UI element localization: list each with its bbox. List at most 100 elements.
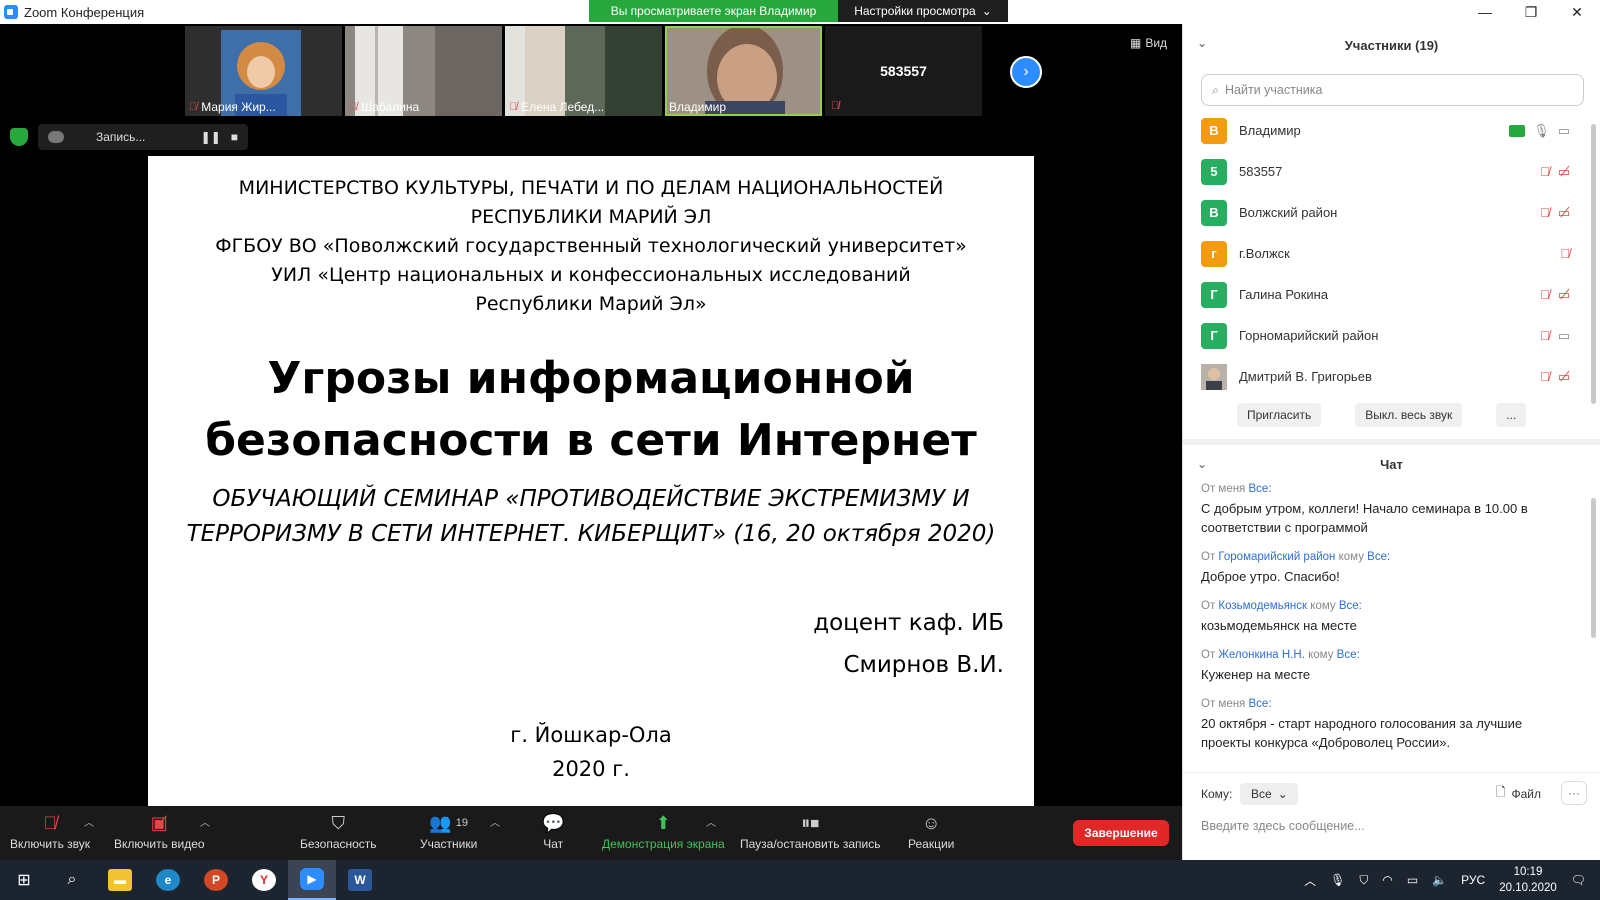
unmute-label: Включить звук xyxy=(10,837,91,851)
message-recipient[interactable]: Все: xyxy=(1367,551,1390,563)
end-meeting-button[interactable]: Завершение xyxy=(1073,820,1169,846)
slide-author: доцент каф. ИБ Смирнов В.И. xyxy=(813,602,1004,686)
search-placeholder: Найти участника xyxy=(1225,83,1323,97)
security-icon[interactable]: ⛉ xyxy=(1359,873,1368,888)
author-position: доцент каф. ИБ xyxy=(813,610,1004,636)
video-thumbnail[interactable]: 583557 🎙̸ xyxy=(825,26,982,116)
message-sender[interactable]: Желонкина Н.Н. xyxy=(1218,649,1304,661)
file-button[interactable]: 🗋 Файл xyxy=(1496,783,1541,804)
share-options-caret-icon[interactable]: ︿ xyxy=(706,814,716,829)
zoom-icon: ▶ xyxy=(300,868,324,890)
unmute-button[interactable]: 🎙̸ Включить звук xyxy=(10,812,91,852)
cloud-record-icon xyxy=(48,131,64,143)
pause-stop-recording-button[interactable]: ⏸⏹ Пауза/остановить запись xyxy=(740,812,881,852)
video-thumbnail[interactable]: 🎙̸ Елена Лебед... xyxy=(505,26,662,116)
muted-mic-icon: 🎙̸ xyxy=(1539,164,1550,179)
taskbar-explorer[interactable]: ▬ xyxy=(96,860,144,900)
message-to-word: кому xyxy=(1310,600,1336,612)
taskbar-zoom[interactable]: ▶ xyxy=(288,860,336,900)
participants-button[interactable]: 👥 19 Участники xyxy=(420,812,477,852)
mute-all-button[interactable]: Выкл. весь звук xyxy=(1355,403,1463,427)
minimize-button[interactable]: — xyxy=(1462,0,1508,24)
participant-row[interactable]: Г Галина Рокина 🎙̸ ▭̸ xyxy=(1183,274,1600,315)
video-thumbnail[interactable]: 🎙̸ Шабалина xyxy=(345,26,502,116)
close-button[interactable]: ✕ xyxy=(1554,0,1600,24)
chat-scrollbar[interactable] xyxy=(1591,498,1596,638)
more-options-button[interactable]: ... xyxy=(1496,403,1527,427)
stop-recording-button[interactable]: ■ xyxy=(231,130,238,144)
chat-button[interactable]: 💬 Чат xyxy=(542,812,564,852)
chevron-up-icon[interactable]: ︿ xyxy=(1304,872,1316,889)
chat-composer: Кому: Все ⌄ 🗋 Файл ··· Введите здесь соо… xyxy=(1183,772,1600,860)
message-recipient[interactable]: Все: xyxy=(1249,483,1272,495)
collapse-chevron-icon[interactable]: ⌄ xyxy=(1197,457,1207,471)
video-thumbnail[interactable]: 🎙̸ Мария Жир... xyxy=(185,26,342,116)
battery-icon[interactable]: ▭ xyxy=(1407,873,1418,887)
participant-row[interactable]: г г.Волжск 🎙̸ xyxy=(1183,233,1600,274)
language-indicator[interactable]: РУС xyxy=(1461,873,1485,887)
chat-more-button[interactable]: ··· xyxy=(1561,781,1587,805)
participant-row[interactable]: В Волжский район 🎙̸ ▭̸ xyxy=(1183,192,1600,233)
message-sender[interactable]: Козьмодемьянск xyxy=(1218,600,1307,612)
message-from: От меня xyxy=(1201,483,1246,495)
camera-icon: ▭ xyxy=(1557,122,1570,138)
reactions-button[interactable]: ☺ Реакции xyxy=(908,812,955,852)
video-thumbnail-active-speaker[interactable]: Владимир xyxy=(665,26,822,116)
chat-message-input[interactable]: Введите здесь сообщение... xyxy=(1183,805,1600,833)
taskbar-yandex[interactable]: Y xyxy=(240,860,288,900)
participant-name: 583557 xyxy=(1239,164,1283,179)
security-button[interactable]: ⛉ Безопасность xyxy=(300,812,377,852)
file-label: Файл xyxy=(1511,786,1541,801)
view-settings-dropdown[interactable]: Настройки просмотра ⌄ xyxy=(838,0,1008,22)
restore-button[interactable]: ❐ xyxy=(1508,0,1554,24)
message-from: От xyxy=(1201,600,1216,612)
avatar: 5 xyxy=(1201,158,1227,185)
chat-message: От Горомарийский район кому Все: Доброе … xyxy=(1201,551,1570,586)
clock[interactable]: 10:19 20.10.2020 xyxy=(1499,864,1557,896)
taskbar-powerpoint[interactable]: P xyxy=(192,860,240,900)
recording-control-label: Пауза/остановить запись xyxy=(740,837,881,851)
search-button[interactable]: ⌕ xyxy=(48,860,96,900)
start-button[interactable]: ⊞ xyxy=(0,860,48,900)
message-recipient[interactable]: Все: xyxy=(1339,600,1362,612)
message-recipient[interactable]: Все: xyxy=(1337,649,1360,661)
participant-row[interactable]: Дмитрий В. Григорьев 🎙̸ ▭̸ xyxy=(1183,356,1600,397)
view-button[interactable]: ▦ Вид xyxy=(1130,36,1167,50)
video-off-icon: ▣̸ xyxy=(150,812,168,833)
message-recipient[interactable]: Все: xyxy=(1249,698,1272,710)
chat-message: От меня Все: 20 октября - старт народног… xyxy=(1201,698,1570,752)
muted-mic-icon: 🎙̸ xyxy=(509,101,518,113)
recipient-select[interactable]: Все ⌄ xyxy=(1240,783,1299,805)
participant-row[interactable]: Г Горномарийский район 🎙̸ ▭ xyxy=(1183,315,1600,356)
participant-row[interactable]: В Владимир 🎙 ▭ xyxy=(1183,110,1600,151)
start-video-button[interactable]: ▣̸ Включить видео xyxy=(114,812,205,852)
participants-count: 19 xyxy=(455,817,468,829)
video-options-caret-icon[interactable]: ︿ xyxy=(200,814,210,829)
participant-search-input[interactable]: ⌕ Найти участника xyxy=(1201,74,1584,106)
taskbar-edge[interactable]: e xyxy=(144,860,192,900)
recording-status: Запись... ❚❚ ■ xyxy=(38,124,248,150)
headline-line: безопасности в сети Интернет xyxy=(205,415,977,466)
collapse-chevron-icon[interactable]: ⌄ xyxy=(1197,36,1207,50)
video-off-icon: ▭̸ xyxy=(1557,286,1570,302)
reactions-label: Реакции xyxy=(908,837,955,851)
pause-recording-button[interactable]: ❚❚ xyxy=(201,130,221,144)
wifi-icon[interactable]: ◠ xyxy=(1382,873,1392,887)
shared-screen-slide: МИНИСТЕРСТВО КУЛЬТУРЫ, ПЕЧАТИ И ПО ДЕЛАМ… xyxy=(148,156,1034,814)
avatar: В xyxy=(1201,117,1227,144)
audio-options-caret-icon[interactable]: ︿ xyxy=(84,814,94,829)
volume-icon[interactable]: 🔈 xyxy=(1432,873,1447,887)
participant-row[interactable]: 5 583557 🎙̸ ▭̸ xyxy=(1183,151,1600,192)
video-off-icon: ▭̸ xyxy=(1557,163,1570,179)
participant-actions: Пригласить Выкл. весь звук ... xyxy=(1183,397,1600,427)
taskbar-word[interactable]: W xyxy=(336,860,384,900)
next-page-button[interactable]: › xyxy=(1010,56,1042,88)
message-sender[interactable]: Горомарийский район xyxy=(1218,551,1335,563)
share-screen-label: Демонстрация экрана xyxy=(602,837,725,851)
notifications-icon[interactable]: 🗨 xyxy=(1571,873,1586,887)
invite-button[interactable]: Пригласить xyxy=(1237,403,1322,427)
participants-options-caret-icon[interactable]: ︿ xyxy=(490,814,500,829)
microphone-icon[interactable]: 🎙 xyxy=(1330,873,1345,887)
participants-scrollbar[interactable] xyxy=(1591,124,1596,404)
muted-mic-icon: 🎙̸ xyxy=(1539,369,1550,384)
